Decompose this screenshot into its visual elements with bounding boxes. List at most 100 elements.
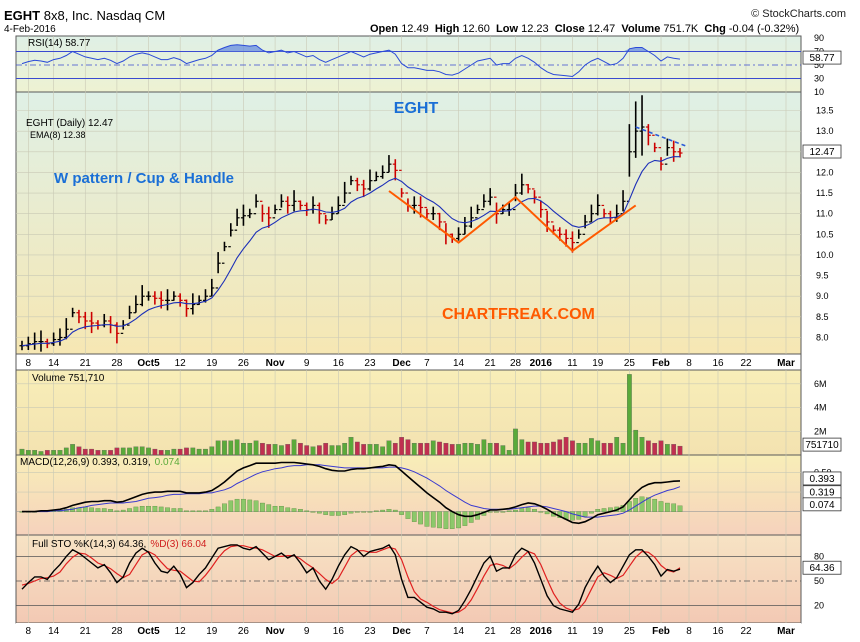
- macd-hist-bar-98: [639, 496, 645, 512]
- price-tick-11: 8.0: [816, 332, 829, 342]
- volume-bar-86: [563, 437, 569, 456]
- macd-hist-bar-65: [430, 511, 436, 528]
- x-tick-label-23-0: 16: [712, 358, 724, 369]
- volume-bar-45: [304, 445, 310, 456]
- macd-hist-bar-37: [253, 500, 259, 512]
- macd-hist-bar-75: [494, 511, 499, 513]
- header-symbol: EGHT 8x8, Inc. Nasdaq CM: [4, 8, 165, 23]
- volume-bar-34: [234, 439, 240, 456]
- volume-bar-38: [260, 442, 265, 456]
- watermark: CHARTFREAK.COM: [442, 306, 595, 323]
- volume-bar-12: [95, 450, 101, 456]
- price-label: EGHT (Daily) 12.47: [26, 118, 114, 129]
- macd-hist-bar-79: [519, 508, 525, 512]
- macd-signal-tag: 0.319: [809, 488, 834, 499]
- x-tick-label-15-0: 21: [485, 358, 497, 369]
- volume-bar-8: [70, 444, 75, 456]
- volume-bar-16: [120, 447, 126, 456]
- volume-bar-74: [487, 442, 493, 456]
- macd-hist-bar-28: [196, 510, 202, 512]
- volume-bar-29: [203, 448, 208, 456]
- volume-bar-1: [25, 450, 31, 456]
- x-tick-label-16-0: 28: [510, 358, 522, 369]
- volume-bar-92: [601, 442, 607, 456]
- volume-bar-67: [443, 442, 449, 456]
- volume-bar-27: [190, 447, 196, 456]
- volume-bar-89: [582, 442, 588, 456]
- macd-hist-bar-50: [335, 511, 341, 516]
- volume-bar-91: [595, 440, 601, 456]
- x-tick-label-8-1: Nov: [266, 626, 285, 637]
- macd-hist-bar-59: [392, 509, 398, 512]
- macd-hist-bar-61: [405, 511, 411, 519]
- x-tick-label-7-1: 26: [238, 626, 250, 637]
- header-date: 4-Feb-2016: [4, 24, 56, 35]
- rsi-label: RSI(14) 58.77: [28, 38, 91, 49]
- macd-hist-bar-62: [411, 511, 417, 522]
- volume-bar-96: [627, 374, 632, 456]
- volume-bar-49: [329, 445, 335, 456]
- x-tick-label-24-0: 22: [740, 358, 752, 369]
- volume-bar-6: [57, 450, 63, 456]
- volume-bar-28: [196, 448, 202, 456]
- volume-bar-95: [620, 442, 626, 456]
- x-tick-label-14-0: 14: [453, 358, 465, 369]
- macd-hist-bar-89: [582, 511, 588, 517]
- price-tick-8: 9.5: [816, 271, 829, 281]
- sto-tick-1: 50: [814, 576, 824, 586]
- volume-bar-18: [133, 446, 139, 456]
- macd-hist-bar-22: [158, 506, 164, 512]
- volume-bar-72: [475, 444, 480, 456]
- x-tick-label-18-0: 11: [567, 358, 578, 369]
- volume-bar-11: [89, 448, 94, 456]
- chg-value: -0.04 (-0.32%): [728, 23, 800, 35]
- macd-hist-bar-56: [373, 510, 379, 512]
- open-label: Open: [370, 23, 399, 35]
- macd-hist-bar-66: [437, 511, 442, 529]
- volume-bar-94: [614, 437, 620, 456]
- macd-hist-bar-45: [304, 510, 310, 512]
- sto-label-k: Full STO %K(14,3) 64.36,: [32, 539, 146, 550]
- x-tick-label-6-1: 19: [206, 626, 218, 637]
- x-tick-label-0-1: 8: [26, 626, 32, 637]
- macd-hist-bar-30: [209, 509, 215, 512]
- x-tick-label-4-1: Oct5: [137, 626, 160, 637]
- volume-bar-103: [671, 444, 677, 456]
- macd-hist-bar-60: [399, 511, 404, 515]
- macd-hist-bar-57: [380, 509, 385, 512]
- volume-bar-80: [525, 441, 531, 456]
- macd-hist-bar-53: [354, 511, 360, 513]
- volume-bar-64: [424, 442, 430, 456]
- macd-hist-bar-68: [449, 511, 455, 529]
- macd-hist-bar-18: [133, 506, 139, 512]
- volume-bar-57: [380, 446, 385, 456]
- x-tick-label-11-1: 23: [364, 626, 376, 637]
- volume-bar-75: [494, 442, 499, 456]
- macd-hist-bar-102: [664, 502, 670, 512]
- sto-tick-0: 80: [814, 551, 824, 561]
- x-tick-label-9-1: 9: [304, 626, 310, 637]
- macd-hist-bar-41: [279, 505, 284, 512]
- symbol: EGHT: [4, 8, 41, 23]
- volume-bar-52: [348, 437, 354, 456]
- x-tick-label-20-1: 25: [624, 626, 636, 637]
- volume-bar-68: [449, 444, 455, 456]
- macd-hist-bar-82: [538, 511, 544, 513]
- macd-hist-bar-63: [418, 511, 423, 525]
- macd-hist-bar-101: [658, 501, 664, 512]
- volume-bar-55: [367, 444, 373, 456]
- macd-hist-bar-24: [171, 508, 177, 512]
- open-value: 12.49: [401, 23, 429, 35]
- ema-label: EMA(8) 12.38: [30, 130, 86, 140]
- x-tick-label-18-1: 11: [567, 626, 578, 637]
- macd-hist-bar-103: [671, 503, 677, 512]
- volume-bar-76: [500, 445, 506, 456]
- volume-bar-47: [317, 445, 322, 456]
- volume-tick-1: 4M: [814, 403, 827, 413]
- macd-hist-bar-26: [184, 510, 189, 512]
- x-tick-label-10-0: 16: [333, 358, 345, 369]
- price-tick-10: 8.5: [816, 312, 829, 322]
- exchange: Nasdaq CM: [96, 8, 166, 23]
- macd-hist-bar-67: [443, 511, 449, 529]
- x-tick-label-25-0: Mar: [777, 358, 795, 369]
